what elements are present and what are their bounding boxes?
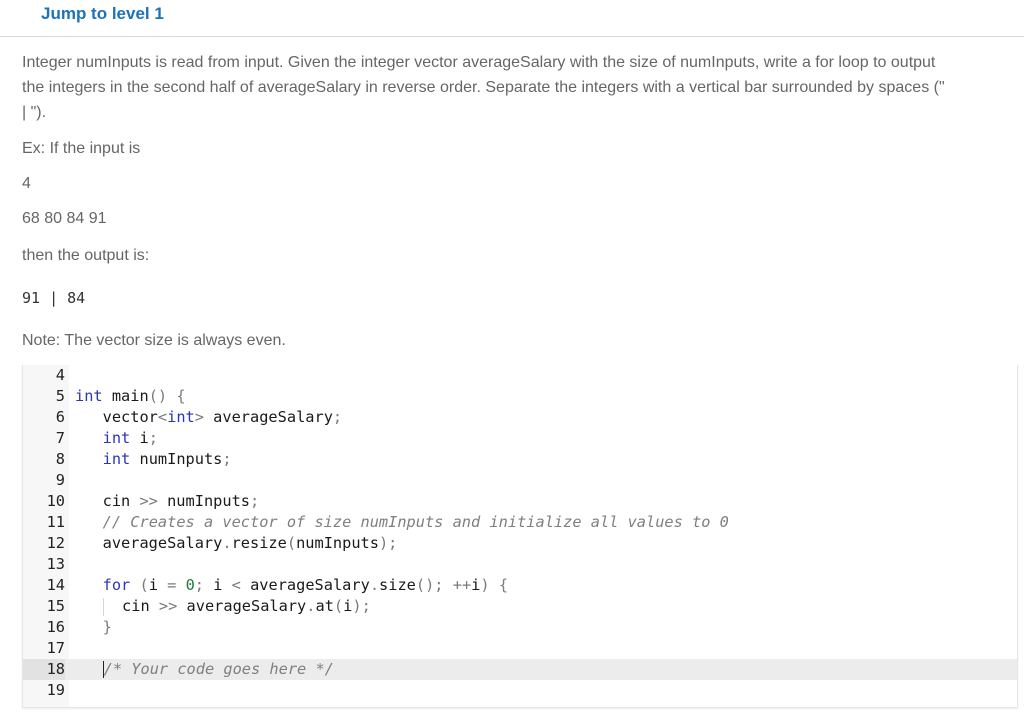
code-line-17[interactable]: 17 <box>23 638 1017 659</box>
line-number: 18 <box>23 659 65 680</box>
code-line-15[interactable]: 15 cin >> averageSalary.at(i); <box>23 596 1017 617</box>
code-line-14[interactable]: 14 for (i = 0; i < averageSalary.size();… <box>23 575 1017 596</box>
code-text[interactable]: averageSalary.resize(numInputs); <box>75 533 398 554</box>
code-line-19[interactable]: 19 <box>23 680 1017 701</box>
code-line-9[interactable]: 9 <box>23 470 1017 491</box>
code-text[interactable]: int numInputs; <box>75 449 232 470</box>
line-number: 19 <box>46 681 65 699</box>
code-line-8[interactable]: 8 int numInputs; <box>23 449 1017 470</box>
line-number: 15 <box>46 597 65 615</box>
example-output: 91 | 84 <box>22 289 86 307</box>
code-line-4[interactable]: 4 <box>23 365 1017 386</box>
code-text[interactable]: cin >> numInputs; <box>75 491 260 512</box>
code-text[interactable]: int main() { <box>75 386 186 407</box>
note-text: Note: The vector size is always even. <box>22 332 286 349</box>
prompt-line-2: the integers in the second half of avera… <box>22 79 945 96</box>
code-line-11[interactable]: 11 // Creates a vector of size numInputs… <box>23 512 1017 533</box>
code-line-10[interactable]: 10 cin >> numInputs; <box>23 491 1017 512</box>
challenge-page: Jump to level 1 Integer numInputs is rea… <box>0 0 1024 714</box>
code-text[interactable]: // Creates a vector of size numInputs an… <box>75 512 729 533</box>
code-line-12[interactable]: 12 averageSalary.resize(numInputs); <box>23 533 1017 554</box>
code-editor[interactable]: 4 5 int main() { 6 vector<int> averageSa… <box>22 365 1018 708</box>
line-number: 14 <box>46 576 65 594</box>
line-number: 7 <box>55 429 65 447</box>
code-text[interactable]: int i; <box>75 428 158 449</box>
example-input-line-2: 68 80 84 91 <box>22 210 107 227</box>
header-divider <box>0 36 1024 37</box>
code-text[interactable]: } <box>75 617 112 638</box>
indent-guide <box>102 597 104 616</box>
code-line-7[interactable]: 7 int i; <box>23 428 1017 449</box>
line-number: 13 <box>46 555 65 573</box>
line-number: 10 <box>46 492 65 510</box>
line-number: 17 <box>46 639 65 657</box>
line-number: 4 <box>55 366 65 384</box>
line-number: 5 <box>55 387 65 405</box>
example-intro: Ex: If the input is <box>22 140 141 157</box>
code-text[interactable]: vector<int> averageSalary; <box>75 407 343 428</box>
example-input-line-1: 4 <box>22 175 31 192</box>
code-line-18-active[interactable]: 18 /* Your code goes here */ <box>23 659 1017 680</box>
prompt-line-1: Integer numInputs is read from input. Gi… <box>22 54 936 71</box>
line-number: 6 <box>55 408 65 426</box>
code-line-16[interactable]: 16 } <box>23 617 1017 638</box>
line-number: 9 <box>55 471 65 489</box>
code-text[interactable]: for (i = 0; i < averageSalary.size(); ++… <box>75 575 508 596</box>
code-text[interactable]: cin >> averageSalary.at(i); <box>75 596 371 617</box>
code-text[interactable]: /* Your code goes here */ <box>75 659 334 680</box>
line-number: 12 <box>46 534 65 552</box>
line-number: 16 <box>46 618 65 636</box>
code-line-6[interactable]: 6 vector<int> averageSalary; <box>23 407 1017 428</box>
jump-to-level-link[interactable]: Jump to level 1 <box>41 4 164 24</box>
prompt-line-3: | "). <box>22 104 47 121</box>
code-line-13[interactable]: 13 <box>23 554 1017 575</box>
line-number: 8 <box>55 450 65 468</box>
output-intro: then the output is: <box>22 247 150 264</box>
code-line-5[interactable]: 5 int main() { <box>23 386 1017 407</box>
line-number: 11 <box>46 513 65 531</box>
